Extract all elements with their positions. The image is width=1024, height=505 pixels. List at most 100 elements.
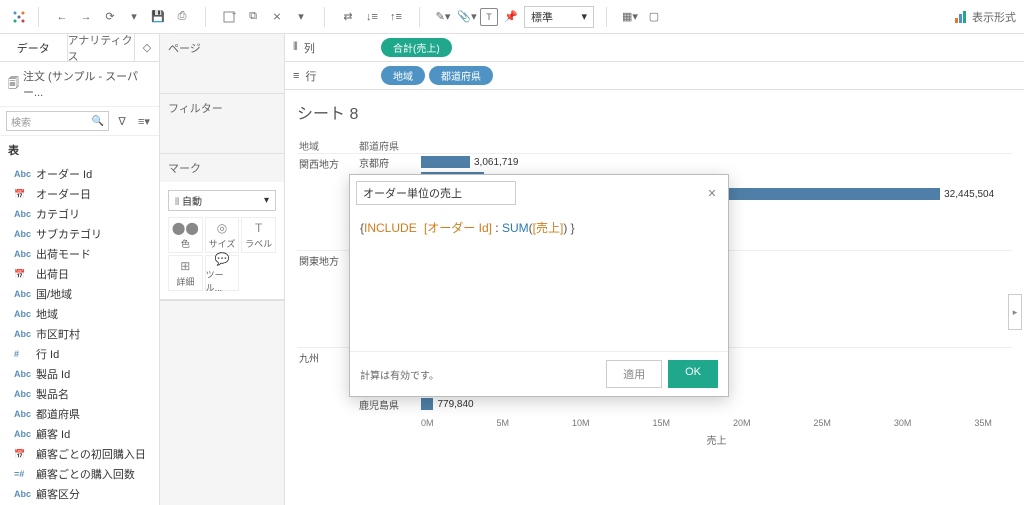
presentation-icon[interactable]: ▢ bbox=[643, 6, 665, 28]
duplicate-icon[interactable]: ⧉ bbox=[242, 6, 264, 28]
close-icon[interactable]: ✕ bbox=[702, 183, 722, 203]
color-icon: ⬤⬤ bbox=[172, 221, 199, 235]
fields-menu-icon[interactable]: ≡▾ bbox=[135, 112, 153, 130]
columns-icon: ⦀ bbox=[293, 41, 298, 54]
field-type-icon: 📅 bbox=[14, 449, 30, 460]
field-item[interactable]: Abc出荷モード bbox=[0, 244, 159, 264]
columns-shelf[interactable]: 合計(売上) bbox=[375, 38, 1024, 57]
field-type-icon: =# bbox=[14, 469, 30, 479]
bar[interactable] bbox=[421, 156, 470, 168]
tab-data[interactable]: データ bbox=[0, 34, 68, 61]
mark-detail[interactable]: ⊞詳細 bbox=[168, 255, 203, 291]
show-me-button[interactable]: 表示形式 bbox=[954, 9, 1016, 25]
marks-header: マーク bbox=[160, 154, 284, 182]
field-item[interactable]: =#顧客ごとの購入回数 bbox=[0, 464, 159, 484]
pill[interactable]: 地域 bbox=[381, 66, 425, 85]
search-input[interactable]: 検索🔍 bbox=[6, 111, 109, 131]
tab-analytics[interactable]: アナリティクス bbox=[68, 34, 136, 61]
field-list: Abcオーダー Id📅オーダー日AbcカテゴリAbcサブカテゴリAbc出荷モード… bbox=[0, 164, 159, 505]
field-item[interactable]: Abc地域 bbox=[0, 304, 159, 324]
calc-dialog: オーダー単位の売上 ✕ {INCLUDE [オーダー Id] : SUM([売上… bbox=[349, 174, 729, 397]
columns-shelf-label: ⦀列 bbox=[285, 40, 375, 56]
tick-label: 5M bbox=[496, 418, 509, 428]
redo-icon[interactable]: → bbox=[75, 6, 97, 28]
field-item[interactable]: Abc都道府県 bbox=[0, 404, 159, 424]
calc-name-input[interactable]: オーダー単位の売上 bbox=[356, 181, 516, 205]
attach-icon[interactable]: 📎▾ bbox=[456, 6, 478, 28]
mark-color[interactable]: ⬤⬤色 bbox=[168, 217, 203, 253]
calc-formula-editor[interactable]: {INCLUDE [オーダー Id] : SUM([売上]) } bbox=[350, 211, 728, 351]
field-item[interactable]: Abc国/地域 bbox=[0, 284, 159, 304]
pref-label: 鹿児島県 bbox=[359, 397, 421, 412]
new-data-icon[interactable]: ⎙ bbox=[171, 6, 193, 28]
field-item[interactable]: Abcオーダー Id bbox=[0, 164, 159, 184]
filters-shelf[interactable]: フィルター bbox=[168, 100, 276, 116]
field-type-icon: Abc bbox=[14, 309, 30, 319]
field-item[interactable]: Abc顧客区分 bbox=[0, 484, 159, 504]
new-sheet-icon[interactable]: + bbox=[218, 6, 240, 28]
logo-icon[interactable] bbox=[8, 6, 30, 28]
field-label: 製品名 bbox=[36, 386, 69, 402]
field-type-icon: Abc bbox=[14, 209, 30, 219]
col-heading-pref: 都道府県 bbox=[359, 138, 421, 153]
marks-type-select[interactable]: ⫴ 自動▾ bbox=[168, 190, 276, 211]
datasource-icon: 🗐 bbox=[8, 75, 19, 94]
datasource-row[interactable]: 🗐 注文 (サンプル - スーパー... bbox=[0, 62, 159, 107]
field-label: 顧客ごとの初回購入日 bbox=[36, 446, 146, 462]
field-item[interactable]: Abc市区町村 bbox=[0, 324, 159, 344]
mark-label[interactable]: Tラベル bbox=[241, 217, 276, 253]
field-item[interactable]: Abc製品 Id bbox=[0, 364, 159, 384]
field-item[interactable]: Abc カテゴリ bbox=[0, 204, 159, 224]
highlight-icon[interactable]: ✎▾ bbox=[432, 6, 454, 28]
field-item[interactable]: Abc顧客 Id bbox=[0, 424, 159, 444]
pin-icon[interactable]: 📌 bbox=[500, 6, 522, 28]
refresh-icon[interactable]: ⟳ bbox=[99, 6, 121, 28]
size-icon: ◎ bbox=[217, 221, 227, 235]
dropdown-icon[interactable]: ▾ bbox=[123, 6, 145, 28]
field-item[interactable]: Abc製品名 bbox=[0, 384, 159, 404]
field-label: カテゴリ bbox=[36, 206, 80, 222]
sort-asc-icon[interactable]: ↓≡ bbox=[361, 6, 383, 28]
ok-button[interactable]: OK bbox=[668, 360, 718, 388]
filter-icon[interactable]: ∇ bbox=[113, 112, 131, 130]
undo-icon[interactable]: ← bbox=[51, 6, 73, 28]
dropdown-icon-2[interactable]: ▾ bbox=[290, 6, 312, 28]
save-icon[interactable]: 💾 bbox=[147, 6, 169, 28]
field-type-icon: Abc bbox=[14, 249, 30, 259]
clear-icon[interactable]: ⨯ bbox=[266, 6, 288, 28]
rows-shelf[interactable]: 地域都道府県 bbox=[375, 66, 1024, 85]
field-type-icon: Abc bbox=[14, 369, 30, 379]
pill[interactable]: 都道府県 bbox=[429, 66, 493, 85]
bar-label: 3,061,719 bbox=[474, 157, 519, 168]
bar-label: 32,445,504 bbox=[944, 189, 994, 200]
rows-shelf-label: ≡行 bbox=[285, 68, 375, 84]
tab-menu-icon[interactable]: ◇ bbox=[135, 34, 159, 61]
label-icon[interactable]: T bbox=[480, 8, 498, 26]
sheet-title[interactable]: シート 8 bbox=[285, 90, 1024, 134]
sort-desc-icon[interactable]: ↑≡ bbox=[385, 6, 407, 28]
expand-button[interactable]: ▸ bbox=[1008, 294, 1022, 330]
field-label: オーダー日 bbox=[36, 186, 91, 202]
field-item[interactable]: Abcサブカテゴリ bbox=[0, 224, 159, 244]
pages-shelf[interactable]: ページ bbox=[168, 40, 276, 56]
field-label: 顧客区分 bbox=[36, 486, 80, 502]
field-item[interactable]: 📅出荷日 bbox=[0, 264, 159, 284]
calc-status: 計算は有効です。 bbox=[360, 367, 439, 382]
svg-text:+: + bbox=[232, 10, 236, 18]
field-label: 市区町村 bbox=[36, 326, 80, 342]
mark-tooltip[interactable]: 💬ツール... bbox=[205, 255, 240, 291]
swap-icon[interactable]: ⇄ bbox=[337, 6, 359, 28]
field-item[interactable]: 📅 顧客ごとの初回購入日 bbox=[0, 444, 159, 464]
tick-label: 15M bbox=[652, 418, 670, 428]
bar[interactable] bbox=[421, 398, 433, 410]
field-item[interactable]: 📅オーダー日 bbox=[0, 184, 159, 204]
field-label: サブカテゴリ bbox=[36, 226, 102, 242]
fit-select[interactable]: 標準▾ bbox=[524, 6, 594, 28]
tick-label: 0M bbox=[421, 418, 434, 428]
show-cards-icon[interactable]: ▦▾ bbox=[619, 6, 641, 28]
apply-button[interactable]: 適用 bbox=[606, 360, 662, 388]
mark-size[interactable]: ◎サイズ bbox=[205, 217, 240, 253]
field-item[interactable]: #行 Id bbox=[0, 344, 159, 364]
field-type-icon: 📅 bbox=[14, 269, 30, 280]
pill[interactable]: 合計(売上) bbox=[381, 38, 452, 57]
